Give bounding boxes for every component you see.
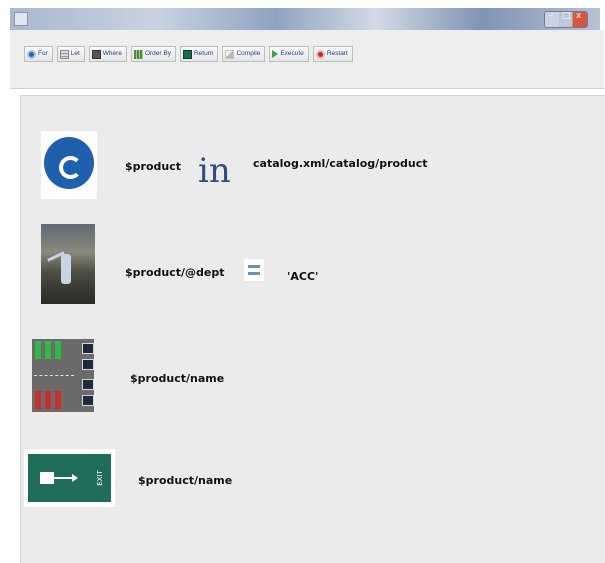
- for-button-label: For: [38, 49, 48, 57]
- let-button-label: Let: [70, 49, 80, 57]
- let-block-icon[interactable]: [41, 224, 95, 304]
- compile-button[interactable]: Compile: [222, 46, 266, 62]
- where-icon: [91, 49, 101, 59]
- minimize-icon[interactable]: –: [549, 11, 554, 21]
- person-icon: [61, 254, 71, 284]
- return-expression[interactable]: $product/name: [138, 474, 232, 487]
- return-button[interactable]: Return: [179, 46, 219, 62]
- equals-operator-icon: [244, 259, 264, 281]
- let-variable[interactable]: $product/@dept: [125, 266, 224, 279]
- exit-sign-text: EXIT: [95, 470, 104, 486]
- order-by-icon: [133, 49, 143, 59]
- in-operator-icon: in: [198, 151, 231, 191]
- order-by-button-label: Order By: [144, 49, 171, 57]
- return-button-label: Return: [193, 49, 214, 57]
- where-expression[interactable]: $product/name: [130, 372, 224, 385]
- close-icon[interactable]: x: [576, 11, 581, 21]
- where-block-icon[interactable]: [32, 339, 94, 412]
- compile-button-label: Compile: [236, 49, 261, 57]
- order-by-button[interactable]: Order By: [130, 46, 176, 62]
- roundabout-icon: [44, 137, 94, 189]
- maximize-icon[interactable]: □: [562, 11, 571, 21]
- execute-button-label: Execute: [280, 49, 304, 57]
- return-icon: [182, 49, 192, 59]
- return-block-icon[interactable]: EXIT: [24, 449, 115, 507]
- restart-button[interactable]: Restart: [312, 46, 353, 62]
- restart-button-label: Restart: [326, 49, 348, 57]
- for-source[interactable]: catalog.xml/catalog/product: [253, 157, 428, 170]
- toolbar: For Let Where Order By Return Compile Ex…: [24, 46, 353, 62]
- let-value[interactable]: 'ACC': [287, 270, 318, 283]
- toolbar-area: For Let Where Order By Return Compile Ex…: [10, 30, 604, 89]
- execute-button[interactable]: Execute: [269, 46, 309, 62]
- window-title-bar: – □ x: [10, 8, 600, 30]
- app-icon[interactable]: [14, 12, 28, 26]
- for-icon: [27, 49, 36, 59]
- for-block-icon[interactable]: [41, 131, 97, 199]
- window-controls[interactable]: – □ x: [544, 11, 588, 28]
- compile-icon: [225, 49, 235, 59]
- for-button[interactable]: For: [24, 46, 53, 62]
- query-canvas[interactable]: $product in catalog.xml/catalog/product …: [20, 95, 605, 563]
- let-icon: [59, 49, 69, 59]
- let-button[interactable]: Let: [56, 46, 85, 62]
- exit-sign-icon: EXIT: [28, 454, 111, 502]
- where-button[interactable]: Where: [88, 46, 127, 62]
- where-button-label: Where: [102, 49, 122, 57]
- execute-icon: [272, 50, 279, 58]
- restart-icon: [315, 49, 325, 59]
- for-variable[interactable]: $product: [125, 160, 181, 173]
